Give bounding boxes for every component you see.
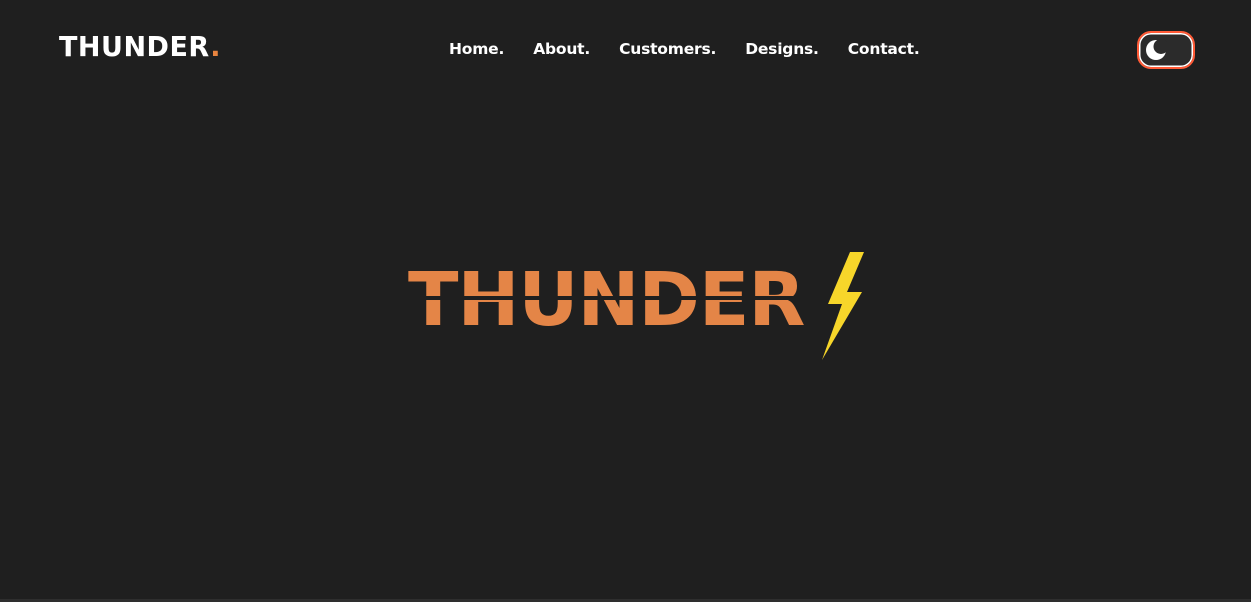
logo-dot: . xyxy=(210,31,221,64)
lightning-bolt-icon xyxy=(822,252,864,360)
hero-logo-text: THUNDER xyxy=(408,260,805,340)
nav-designs[interactable]: Designs. xyxy=(745,38,819,60)
page: THUNDER. Home. About. Customers. Designs… xyxy=(0,0,1251,602)
nav-home[interactable]: Home. xyxy=(449,38,504,60)
logo-text: THUNDER xyxy=(59,31,211,64)
site-logo[interactable]: THUNDER. xyxy=(59,31,221,64)
hero-logo: THUNDER xyxy=(408,252,868,362)
nav-customers[interactable]: Customers. xyxy=(619,38,716,60)
theme-toggle[interactable] xyxy=(1137,31,1195,69)
main-nav: Home. About. Customers. Designs. Contact… xyxy=(449,38,949,60)
stencil-gap xyxy=(408,296,813,300)
moon-icon xyxy=(1146,39,1167,60)
nav-about[interactable]: About. xyxy=(533,38,590,60)
nav-contact[interactable]: Contact. xyxy=(848,38,920,60)
